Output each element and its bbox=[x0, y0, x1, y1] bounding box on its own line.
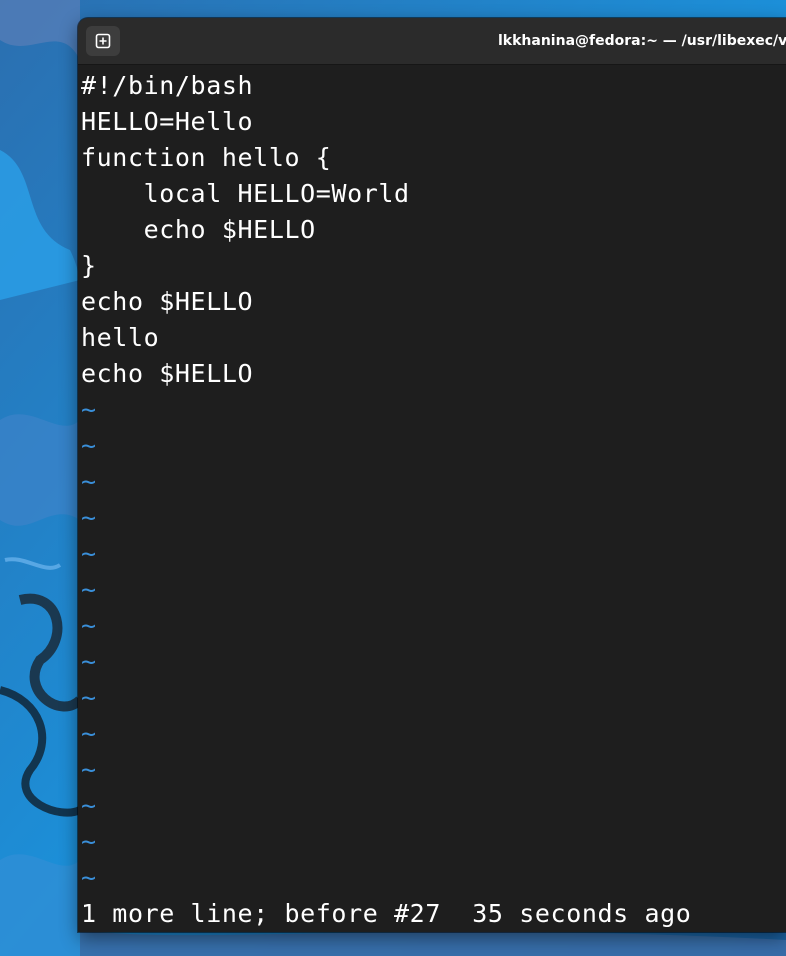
code-line: function hello { bbox=[81, 143, 332, 172]
empty-line-tilde: ~ bbox=[81, 467, 97, 496]
terminal-window: lkkhanina@fedora:~ — /usr/libexec/vi /ho… bbox=[78, 18, 786, 932]
code-line: echo $HELLO bbox=[81, 215, 316, 244]
empty-line-tilde: ~ bbox=[81, 647, 97, 676]
vi-status-message: 1 more line; before #27 35 seconds ago bbox=[81, 899, 692, 928]
empty-line-tilde: ~ bbox=[81, 719, 97, 748]
empty-line-tilde: ~ bbox=[81, 827, 97, 856]
new-tab-icon bbox=[95, 33, 111, 49]
empty-line-tilde: ~ bbox=[81, 431, 97, 460]
code-line: echo $HELLO bbox=[81, 359, 254, 388]
empty-line-tilde: ~ bbox=[81, 791, 97, 820]
editor-buffer[interactable]: #!/bin/bash HELLO=Hello function hello { l… bbox=[81, 68, 786, 896]
code-line: hello bbox=[81, 323, 160, 352]
code-line: } bbox=[81, 251, 97, 280]
code-line: #!/bin/bash bbox=[81, 71, 254, 100]
window-titlebar: lkkhanina@fedora:~ — /usr/libexec/vi /ho… bbox=[78, 18, 786, 65]
new-tab-button[interactable] bbox=[86, 26, 120, 56]
empty-line-tilde: ~ bbox=[81, 539, 97, 568]
empty-line-tilde: ~ bbox=[81, 755, 97, 784]
empty-line-tilde: ~ bbox=[81, 683, 97, 712]
code-line: echo $HELLO bbox=[81, 287, 254, 316]
empty-line-tilde: ~ bbox=[81, 503, 97, 532]
code-line: HELLO=Hello bbox=[81, 107, 254, 136]
empty-line-tilde: ~ bbox=[81, 575, 97, 604]
code-line: local HELLO=World bbox=[81, 179, 410, 208]
window-title: lkkhanina@fedora:~ — /usr/libexec/vi /ho… bbox=[498, 33, 786, 49]
empty-line-tilde: ~ bbox=[81, 395, 97, 424]
empty-line-tilde: ~ bbox=[81, 611, 97, 640]
empty-line-tilde: ~ bbox=[81, 863, 97, 892]
